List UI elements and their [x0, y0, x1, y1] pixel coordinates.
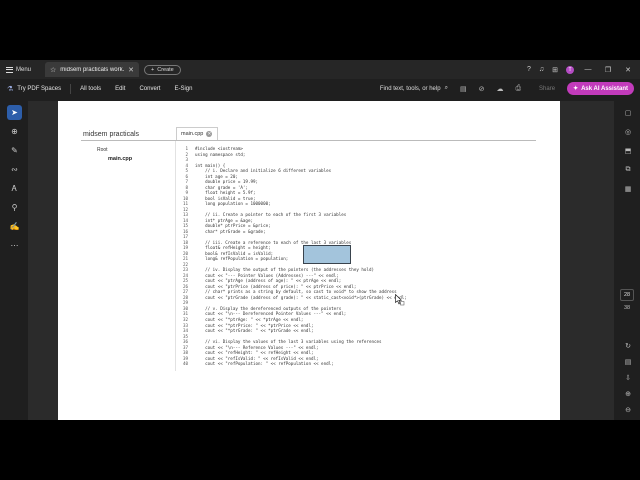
acrobat-window: Menu ☆ midsem practicals work... ✕ + Cre… — [0, 60, 640, 420]
refresh-icon[interactable]: ↻ — [621, 340, 635, 352]
create-button[interactable]: + Create — [144, 64, 181, 75]
select-cursor-icon[interactable]: ➤ — [7, 105, 22, 120]
search-box[interactable]: Find text, tools, or help ⌕ — [380, 85, 448, 92]
file-tab-label: main.cpp — [181, 131, 204, 137]
restore-icon[interactable]: ❐ — [602, 66, 614, 74]
more-icon[interactable]: ⋯ — [7, 238, 22, 253]
edit-menu[interactable]: Edit — [108, 86, 132, 92]
apps-grid-icon[interactable]: ⊞ — [552, 66, 558, 74]
code-text: using namespace std; — [195, 151, 246, 157]
toolbar: ⚗ Try PDF Spaces All tools Edit Convert … — [0, 79, 640, 98]
highlight-icon[interactable]: ∾ — [7, 162, 22, 177]
text-edit-icon[interactable]: Ꭺ — [7, 181, 22, 196]
stamp-icon[interactable]: ⚲ — [7, 200, 22, 215]
all-tools-menu[interactable]: All tools — [73, 86, 108, 92]
document-tab-title: midsem practicals work... — [60, 66, 125, 73]
print-icon[interactable]: ⎙ — [515, 85, 521, 93]
header-divider — [81, 140, 536, 141]
code-text: long& refPopulation = population; — [195, 256, 289, 262]
zoom-out-icon[interactable]: ⊖ — [621, 404, 635, 416]
rectangle-annotation[interactable] — [303, 245, 351, 264]
line-number: 40 — [182, 361, 188, 367]
avatar[interactable]: T — [566, 65, 574, 74]
zoom-comment-icon[interactable]: ⊕ — [7, 124, 22, 139]
bell-icon[interactable]: ♫ — [539, 66, 544, 73]
left-tool-rail: ➤ ⊕ ✎ ∾ Ꭺ ⚲ ✍ ⋯ — [0, 101, 28, 420]
signature-icon[interactable]: ✍ — [7, 219, 22, 234]
spaces-icon: ⚗ — [7, 85, 14, 93]
pdf-page: midsem practicals main.cpp ✕ Root main.c… — [58, 101, 560, 420]
pages-icon[interactable]: ⧉ — [621, 163, 635, 177]
search-icon: ⌕ — [444, 85, 448, 91]
title-bar-actions: ? ♫ ⊞ T — ❐ ✕ — [527, 65, 640, 74]
document-viewer[interactable]: midsem practicals main.cpp ✕ Root main.c… — [28, 101, 614, 420]
plus-icon: + — [151, 66, 155, 73]
bookmark-icon[interactable]: ⬒ — [621, 144, 635, 158]
try-pdf-spaces-label: Try PDF Spaces — [17, 85, 62, 92]
pen-draw-icon[interactable]: ✎ — [7, 143, 22, 158]
layers-icon[interactable]: ▦ — [621, 182, 635, 196]
hamburger-icon — [6, 66, 13, 73]
esign-menu[interactable]: E-Sign — [167, 86, 199, 92]
create-label: Create — [157, 66, 174, 73]
close-window-icon[interactable]: ✕ — [622, 66, 634, 74]
screen: Menu ☆ midsem practicals work... ✕ + Cre… — [0, 0, 640, 480]
toolbar-icons: ▤ ⊘ ☁ ⎙ — [460, 85, 521, 93]
ask-ai-assistant-button[interactable]: ✦ Ask AI Assistant — [567, 82, 634, 95]
tree-file-label: main.cpp — [108, 156, 133, 162]
code-text: cout << "ptrGrade (address of grade): " … — [195, 294, 407, 300]
ask-ai-label: Ask AI Assistant — [581, 85, 628, 92]
document-tab[interactable]: ☆ midsem practicals work... ✕ — [45, 62, 140, 77]
help-icon[interactable]: ? — [527, 66, 531, 73]
upload-cloud-icon[interactable]: ☁ — [496, 85, 503, 93]
toolbar-divider — [70, 83, 72, 94]
tree-root-label: Root — [97, 147, 108, 153]
file-tools-icon[interactable]: ▤ — [460, 85, 467, 93]
minimize-icon[interactable]: — — [582, 66, 594, 73]
try-pdf-spaces-button[interactable]: ⚗ Try PDF Spaces — [0, 85, 68, 93]
menu-label: Menu — [16, 66, 32, 73]
share-button[interactable]: Share — [539, 86, 555, 92]
mouse-cursor-icon — [395, 294, 405, 306]
file-tab: main.cpp ✕ — [176, 127, 218, 140]
code-line: 40 cout << "refPopulation: " << refPopul… — [178, 361, 407, 367]
star-icon[interactable]: ☆ — [50, 66, 56, 74]
comment-panel-icon[interactable]: ▢ — [621, 106, 635, 120]
right-panel-rail: ▢ ◎ ⬒ ⧉ ▦ 28 38 ↻ ▤ ⇩ ⊕ ⊖ — [614, 101, 640, 420]
current-page-input[interactable]: 28 — [620, 289, 634, 301]
document-icon[interactable]: ▤ — [621, 356, 635, 368]
code-text: cout << "refPopulation: " << refPopulati… — [195, 361, 334, 367]
menu-button[interactable]: Menu — [0, 60, 37, 79]
code-text: cout << "*ptrGrade: " << *ptrGrade << en… — [195, 328, 314, 334]
tree-divider — [175, 141, 176, 371]
page-down-icon[interactable]: ⇩ — [621, 372, 635, 384]
total-pages: 38 — [623, 305, 631, 311]
code-listing: 1 #include <iostream> 2 using namespace std… — [178, 146, 407, 367]
zoom-in-icon[interactable]: ⊕ — [621, 388, 635, 400]
search-label: Find text, tools, or help — [379, 85, 441, 92]
title-bar: Menu ☆ midsem practicals work... ✕ + Cre… — [0, 60, 640, 79]
folder-title: midsem practicals — [83, 131, 140, 138]
close-icon[interactable]: ✕ — [128, 66, 134, 74]
convert-menu[interactable]: Convert — [132, 86, 167, 92]
code-text: long population = 1000000; — [195, 201, 271, 207]
close-icon: ✕ — [206, 131, 213, 137]
sticky-note-icon[interactable]: ◎ — [621, 125, 635, 139]
code-text: char* ptrGrade = &grade; — [195, 228, 266, 234]
link-icon[interactable]: ⊘ — [479, 85, 485, 93]
ai-sparkle-icon: ✦ — [573, 86, 579, 92]
code-line: 28 cout << "ptrGrade (address of grade):… — [178, 295, 407, 301]
